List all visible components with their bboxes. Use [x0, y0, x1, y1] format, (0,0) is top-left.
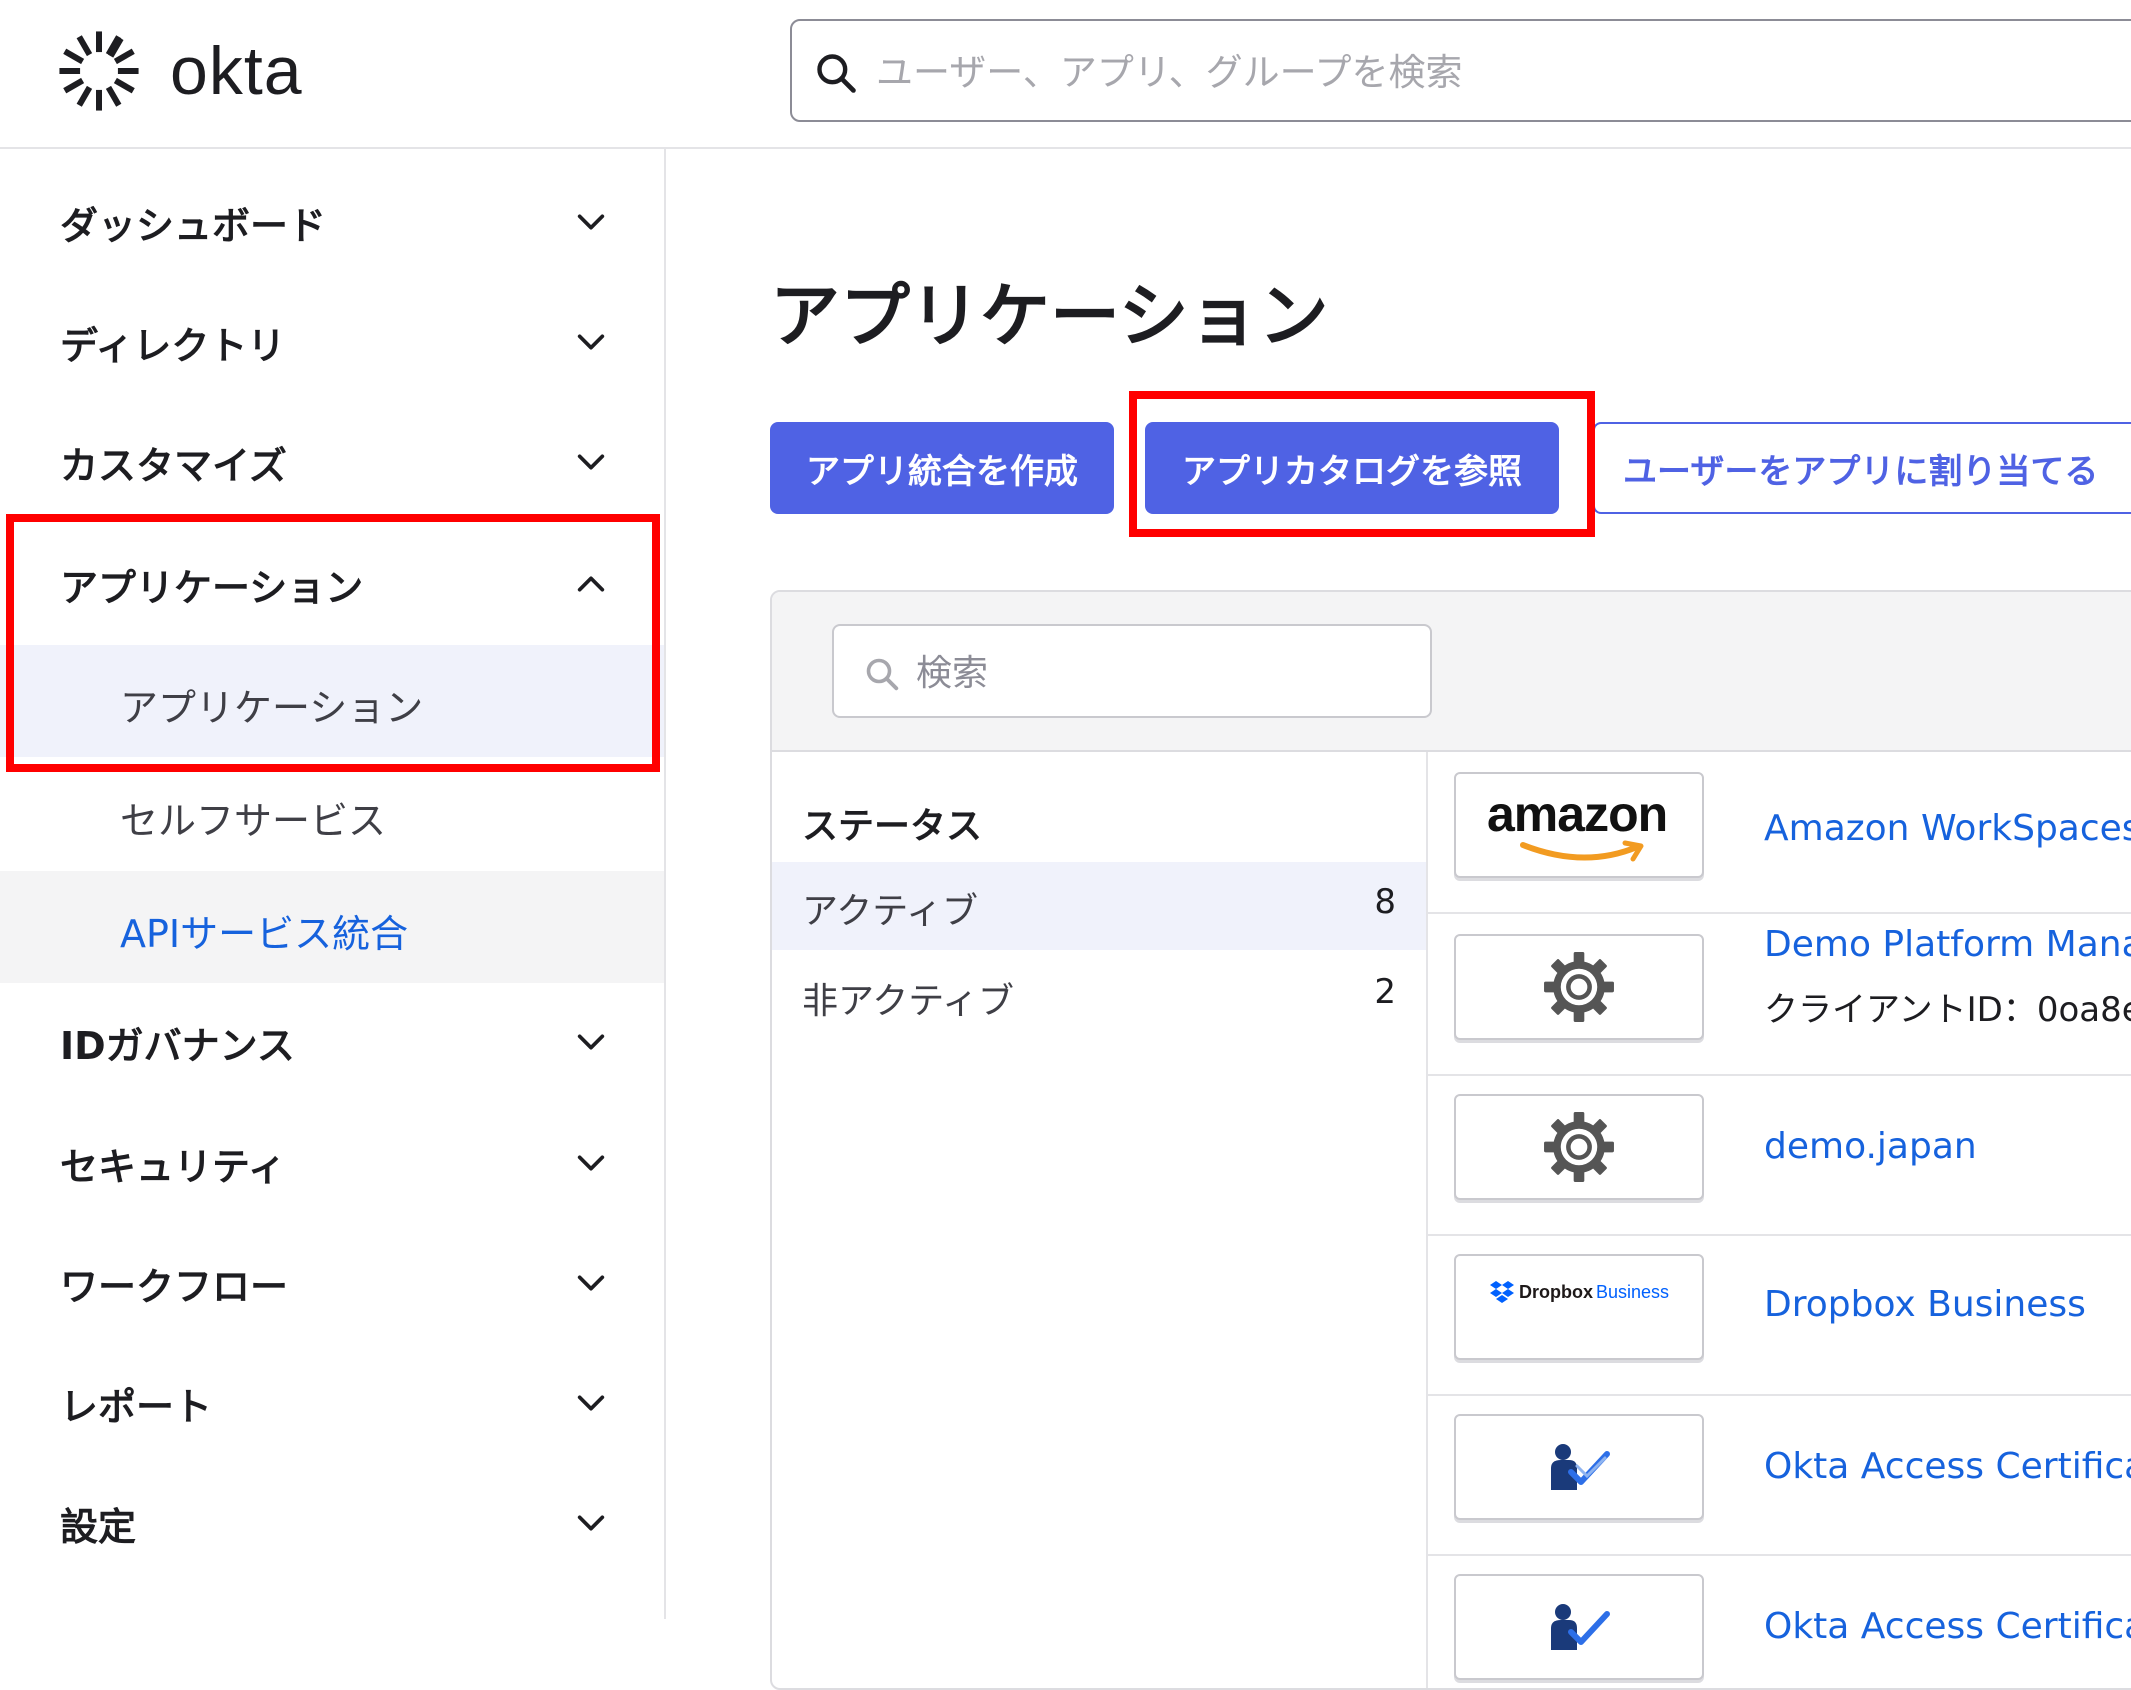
sidebar-item-applications[interactable]: アプリケーション	[0, 525, 664, 645]
sidebar-item-label: ディレクトリ	[60, 324, 286, 368]
sidebar-item-label: 設定	[60, 1505, 137, 1549]
sidebar-item-identity-governance[interactable]: IDガバナンス	[0, 983, 664, 1103]
sidebar-item-label: IDガバナンス	[60, 1024, 295, 1068]
client-id-text: クライアントID：0oa8e	[1764, 990, 2131, 1030]
chevron-down-icon	[577, 214, 605, 230]
app-name-link[interactable]: Okta Access Certificat	[1764, 1606, 2131, 1647]
dropbox-logo[interactable]: Dropbox Business	[1454, 1254, 1704, 1360]
app-logo[interactable]	[1454, 1094, 1704, 1200]
sidebar-item-label: セキュリティ	[60, 1145, 286, 1189]
chevron-up-icon	[577, 576, 605, 592]
top-header: okta	[0, 0, 2131, 149]
sidebar-subitem-applications[interactable]: アプリケーション	[0, 645, 664, 757]
filter-name: アクティブ	[802, 891, 979, 932]
create-app-integration-button[interactable]: アプリ統合を作成	[770, 422, 1114, 514]
dropbox-logo-text: Dropbox	[1518, 1281, 1593, 1302]
brand-name: okta	[170, 33, 303, 109]
browse-app-catalog-button[interactable]: アプリカタログを参照	[1145, 422, 1559, 514]
filter-heading: ステータス	[802, 806, 983, 847]
sidebar-subitem-self-service[interactable]: セルフサービス	[0, 758, 664, 870]
dropbox-logo-business-text: Business	[1595, 1281, 1670, 1302]
gear-icon	[1544, 952, 1614, 1022]
assign-users-to-app-button[interactable]: ユーザーをアプリに割り当てる	[1593, 422, 2131, 514]
filter-active[interactable]: アクティブ 8	[772, 862, 1426, 950]
app-search[interactable]	[832, 624, 1432, 718]
amazon-logo-text: amazon	[1487, 786, 1668, 842]
app-row: Okta Access Certificat	[1428, 1394, 2131, 1556]
app-name-link[interactable]: Dropbox Business	[1764, 1284, 2086, 1325]
sidebar-item-security[interactable]: セキュリティ	[0, 1104, 664, 1224]
okta-access-certification-icon	[1551, 1604, 1610, 1650]
sidebar-item-workflow[interactable]: ワークフロー	[0, 1224, 664, 1344]
page-title: アプリケーション	[770, 275, 1329, 357]
applications-panel: ステータス アクティブ 8 非アクティブ 2 amazon Amazon Wor…	[770, 590, 2131, 1690]
filter-name: 非アクティブ	[802, 981, 1015, 1022]
search-icon	[866, 658, 899, 691]
sidebar-item-customize[interactable]: カスタマイズ	[0, 403, 664, 523]
sidebar-item-label: レポート	[60, 1385, 213, 1429]
app-row: amazon Amazon WorkSpaces	[1428, 752, 2131, 914]
global-search-input[interactable]	[874, 37, 1978, 107]
amazon-smile-icon	[1520, 840, 1644, 862]
chevron-down-icon	[577, 1275, 605, 1291]
panel-toolbar	[772, 592, 2131, 752]
app-logo[interactable]	[1454, 1414, 1704, 1520]
sidebar-item-settings[interactable]: 設定	[0, 1464, 664, 1584]
sidebar-item-label: ワークフロー	[60, 1265, 289, 1309]
okta-logo[interactable]: okta	[56, 28, 303, 114]
amazon-logo[interactable]: amazon	[1454, 772, 1704, 878]
app-logo[interactable]	[1454, 1574, 1704, 1680]
okta-access-certification-icon	[1551, 1444, 1610, 1490]
filter-count: 8	[1374, 882, 1396, 922]
app-name-link[interactable]: demo.japan	[1764, 1126, 1977, 1167]
app-row: demo.japan	[1428, 1074, 2131, 1236]
app-search-input[interactable]	[914, 642, 1398, 704]
sidebar-item-label: アプリケーション	[60, 566, 364, 610]
okta-sunburst-icon	[59, 31, 139, 111]
app-row: Okta Access Certificat	[1428, 1554, 2131, 1688]
app-row: Dropbox Business Dropbox Business	[1428, 1234, 2131, 1396]
chevron-down-icon	[577, 1155, 605, 1171]
sidebar-item-dashboard[interactable]: ダッシュボード	[0, 163, 664, 283]
global-search[interactable]	[790, 19, 2131, 122]
chevron-down-icon	[577, 1034, 605, 1050]
chevron-down-icon	[577, 334, 605, 350]
sidebar-subitem-label: アプリケーション	[120, 686, 424, 730]
app-logo[interactable]	[1454, 934, 1704, 1040]
sidebar-item-reports[interactable]: レポート	[0, 1344, 664, 1464]
gear-icon	[1544, 1112, 1614, 1182]
chevron-down-icon	[577, 1515, 605, 1531]
filter-count: 2	[1374, 972, 1396, 1012]
search-icon	[817, 54, 856, 93]
app-row: Demo Platform Manag クライアントID：0oa8e	[1428, 914, 2131, 1076]
sidebar-item-label: カスタマイズ	[60, 444, 287, 488]
app-name-link[interactable]: Demo Platform Manag	[1764, 924, 2131, 965]
sidebar-subitem-api-service-integrations[interactable]: APIサービス統合	[0, 871, 664, 983]
chevron-down-icon	[577, 454, 605, 470]
app-name-link[interactable]: Okta Access Certificat	[1764, 1446, 2131, 1487]
status-filters: ステータス アクティブ 8 非アクティブ 2	[772, 752, 1428, 1688]
sidebar-item-directory[interactable]: ディレクトリ	[0, 283, 664, 403]
chevron-down-icon	[577, 1395, 605, 1411]
sidebar-subitem-label: セルフサービス	[120, 799, 387, 843]
sidebar-nav: ダッシュボード ディレクトリ カスタマイズ アプリケーション アプリケーション …	[0, 149, 666, 1619]
sidebar-subitem-label: APIサービス統合	[120, 912, 409, 956]
dropbox-icon	[1489, 1281, 1514, 1303]
filter-inactive[interactable]: 非アクティブ 2	[772, 952, 1426, 1040]
sidebar-item-label: ダッシュボード	[60, 204, 327, 248]
app-name-link[interactable]: Amazon WorkSpaces	[1764, 808, 2131, 849]
